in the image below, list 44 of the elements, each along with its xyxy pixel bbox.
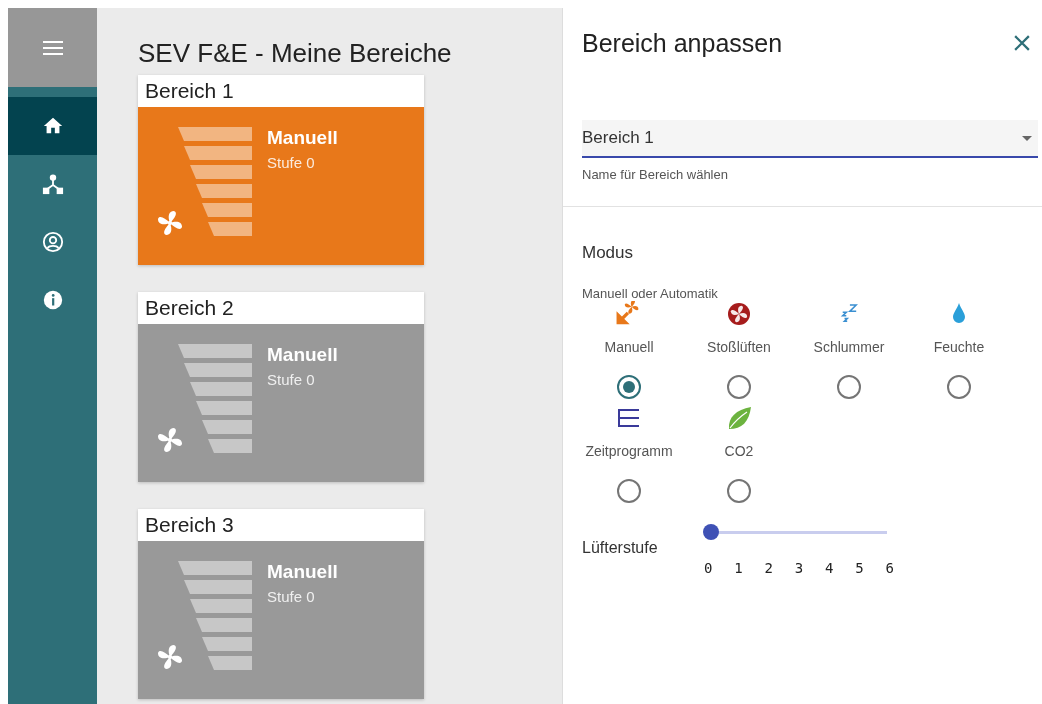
slider-tick: 6 (885, 560, 894, 576)
mode-label: Feuchte (933, 339, 985, 355)
account-icon (41, 231, 64, 253)
select-hint: Name für Bereich wählen (582, 167, 729, 182)
mode-radio[interactable] (617, 375, 641, 399)
slider-thumb[interactable] (703, 524, 719, 540)
caret-icon (1022, 135, 1032, 141)
fan-icon (727, 301, 751, 327)
nav-item[interactable] (8, 97, 97, 155)
area-name: Bereich 3 (138, 509, 424, 541)
area-mode: Manuell (267, 344, 338, 366)
area-mode: Manuell (267, 127, 338, 149)
area-mode: Manuell (267, 561, 338, 583)
area-level: Stufe 0 (267, 588, 316, 605)
panel-title: Bereich anpassen (582, 28, 783, 58)
mode-label: Manuell (604, 339, 654, 355)
slider-tick: 0 (704, 560, 713, 576)
info-icon (41, 289, 64, 311)
mode-radio[interactable] (727, 479, 751, 503)
mode-label: CO2 (724, 443, 754, 459)
slider-tick: 3 (794, 560, 804, 576)
leaf-icon (726, 405, 752, 431)
mode-radio[interactable] (837, 375, 861, 399)
area-name: Bereich 2 (138, 292, 424, 324)
mode-hint: Manuell oder Automatik (582, 286, 719, 301)
area-level: Stufe 0 (267, 371, 316, 388)
network-icon (41, 173, 64, 195)
mode-radio[interactable] (947, 375, 971, 399)
mode-radio[interactable] (727, 375, 751, 399)
page-title: SEV F&E - Meine Bereiche (138, 38, 453, 69)
slider-tick: 1 (734, 560, 743, 576)
menu-icon (42, 40, 63, 55)
mode-radio[interactable] (617, 479, 641, 503)
area-select[interactable]: Bereich 1 (582, 120, 1038, 158)
area-level: Stufe 0 (267, 154, 316, 171)
mode-heading: Modus (582, 243, 635, 263)
area-name: Bereich 1 (138, 75, 424, 107)
mode-label: Stoßlüften (707, 339, 771, 355)
slider-tick: 5 (855, 560, 864, 576)
slider-tick: 2 (764, 560, 773, 576)
slider-label: Lüfterstufe (582, 539, 659, 557)
mode-label: Schlummer (813, 339, 885, 355)
mode-label: Zeitprogramm (585, 443, 673, 459)
slider-tick: 4 (825, 560, 834, 576)
